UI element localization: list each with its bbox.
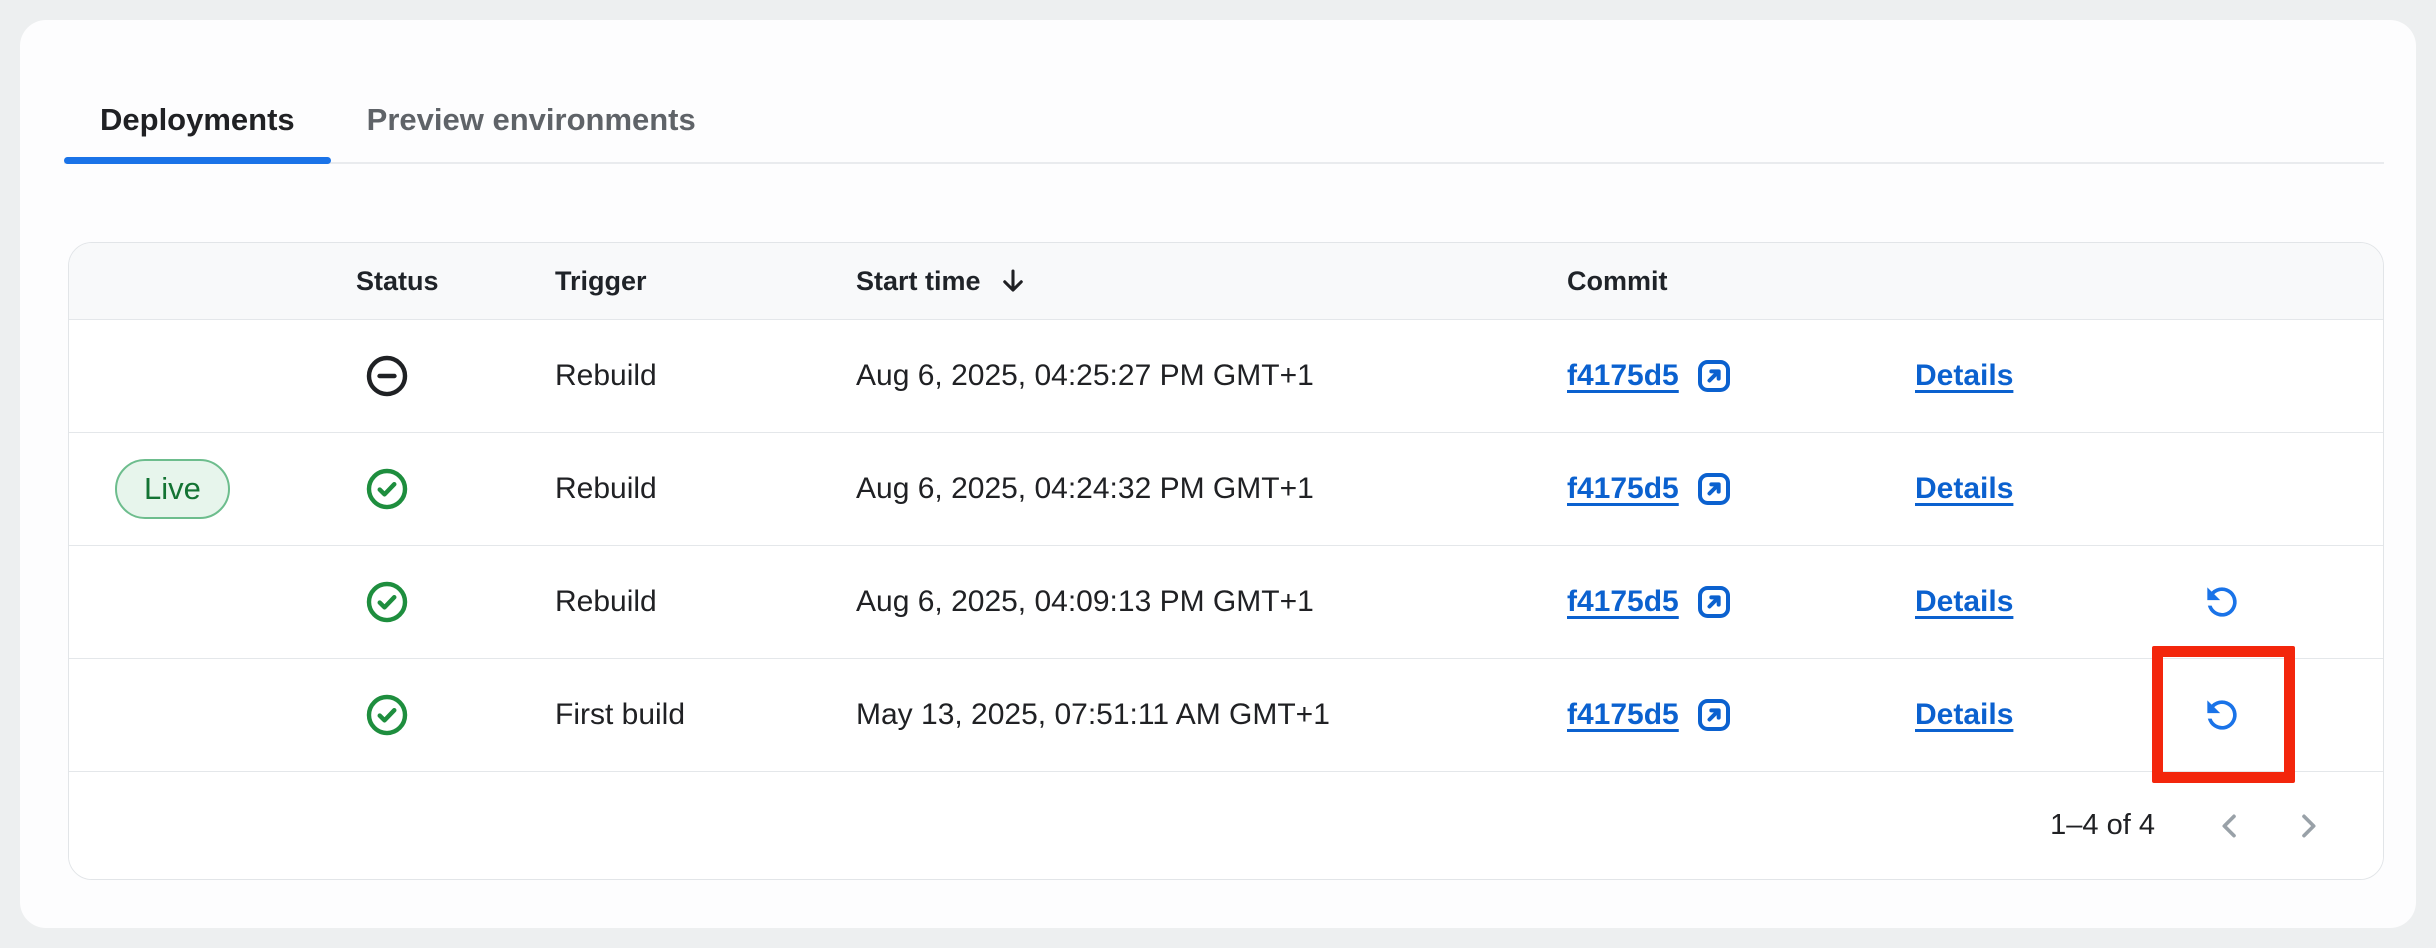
tab-preview-environments[interactable]: Preview environments [331,78,732,162]
retry-icon[interactable] [2200,693,2244,737]
actions-cell [2200,693,2383,737]
active-tab-underline [64,157,331,164]
deployments-card: Deployments Preview environments Status … [20,20,2416,928]
page: { "colors": { "page_bg": "#edeff0", "car… [0,0,2436,948]
table-row: Rebuild Aug 6, 2025, 04:25:27 PM GMT+1 f… [69,319,2383,432]
table-row: Rebuild Aug 6, 2025, 04:09:13 PM GMT+1 f… [69,545,2383,658]
header-start-time[interactable]: Start time [856,265,1567,297]
start-time-cell: Aug 6, 2025, 04:25:27 PM GMT+1 [856,359,1567,393]
commit-link[interactable]: f4175d5 [1567,585,1679,619]
tab-bar: Deployments Preview environments [64,78,2384,164]
trigger-cell: Rebuild [555,472,856,506]
table-row: First build May 13, 2025, 07:51:11 AM GM… [69,658,2383,771]
header-trigger: Trigger [555,266,856,297]
deployments-table: Status Trigger Start time Commit Rebuild… [68,242,2384,880]
commit-cell: f4175d5 [1567,469,1915,509]
trigger-cell: First build [555,698,856,732]
commit-cell: f4175d5 [1567,582,1915,622]
minus-circle-icon [364,353,410,399]
details-cell: Details [1915,472,2200,506]
details-link[interactable]: Details [1915,359,2013,393]
tab-preview-environments-label: Preview environments [367,102,696,138]
open-in-new-icon[interactable] [1694,695,1734,735]
live-badge-cell: Live [69,459,356,519]
status-cell [356,466,555,512]
open-in-new-icon[interactable] [1694,469,1734,509]
status-cell [356,579,555,625]
live-status-badge: Live [115,459,230,519]
table-header-row: Status Trigger Start time Commit [69,243,2383,319]
details-cell: Details [1915,359,2200,393]
tab-deployments-label: Deployments [100,102,295,138]
actions-cell [2200,580,2383,624]
details-cell: Details [1915,698,2200,732]
details-link[interactable]: Details [1915,472,2013,506]
open-in-new-icon[interactable] [1694,582,1734,622]
header-start-time-label: Start time [856,266,981,297]
commit-link[interactable]: f4175d5 [1567,472,1679,506]
commit-link[interactable]: f4175d5 [1567,359,1679,393]
commit-cell: f4175d5 [1567,695,1915,735]
commit-cell: f4175d5 [1567,356,1915,396]
details-link[interactable]: Details [1915,698,2013,732]
table-footer: 1–4 of 4 [69,771,2383,879]
details-cell: Details [1915,585,2200,619]
commit-link[interactable]: f4175d5 [1567,698,1679,732]
check-circle-icon [364,466,410,512]
check-circle-icon [364,692,410,738]
chevron-right-icon[interactable] [2289,807,2327,845]
status-cell [356,353,555,399]
trigger-cell: Rebuild [555,585,856,619]
tab-deployments[interactable]: Deployments [64,78,331,162]
retry-icon[interactable] [2200,580,2244,624]
header-commit: Commit [1567,266,1915,297]
open-in-new-icon[interactable] [1694,356,1734,396]
pagination-range-label: 1–4 of 4 [2050,809,2155,842]
check-circle-icon [364,579,410,625]
start-time-cell: May 13, 2025, 07:51:11 AM GMT+1 [856,698,1567,732]
status-cell [356,692,555,738]
start-time-cell: Aug 6, 2025, 04:24:32 PM GMT+1 [856,472,1567,506]
table-row: Live Rebuild Aug 6, 2025, 04:24:32 PM GM… [69,432,2383,545]
details-link[interactable]: Details [1915,585,2013,619]
trigger-cell: Rebuild [555,359,856,393]
header-status: Status [356,266,555,297]
start-time-cell: Aug 6, 2025, 04:09:13 PM GMT+1 [856,585,1567,619]
chevron-left-icon[interactable] [2211,807,2249,845]
sort-descending-icon[interactable] [997,265,1029,297]
